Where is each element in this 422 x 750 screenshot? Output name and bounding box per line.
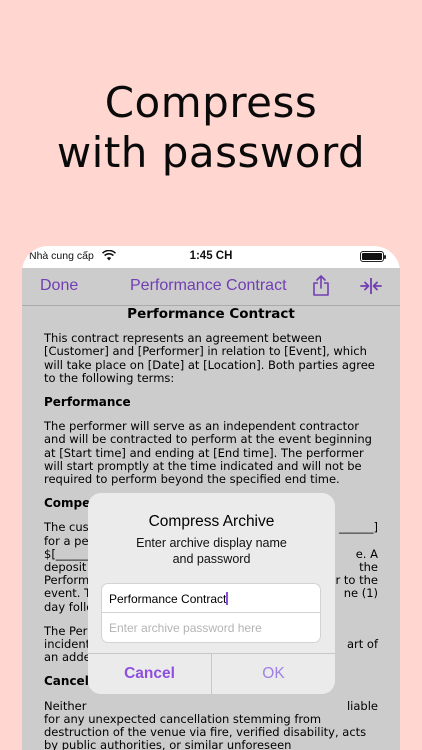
archive-password-input[interactable] xyxy=(109,621,313,635)
dialog-title: Compress Archive xyxy=(148,513,275,530)
ok-button[interactable]: OK xyxy=(212,654,335,694)
dialog-message: Enter archive display name and password xyxy=(88,535,335,567)
text-caret xyxy=(226,592,228,605)
archive-name-value: Performance Contract xyxy=(109,592,227,606)
hero-line-1: Compress xyxy=(104,78,318,127)
hero-heading: Compress with password xyxy=(0,78,422,178)
dialog-message-line-2: and password xyxy=(172,552,251,566)
clock: 1:45 CH xyxy=(189,250,233,262)
archive-name-field[interactable]: Performance Contract xyxy=(102,584,320,613)
battery-icon xyxy=(360,251,386,262)
status-bar: Nhà cung cấp 1:45 CH xyxy=(22,246,400,268)
dialog-fields: Performance Contract xyxy=(101,583,321,643)
dialog-buttons: Cancel OK xyxy=(88,653,335,694)
archive-password-field[interactable] xyxy=(102,613,320,642)
compress-archive-dialog: Compress Archive Enter archive display n… xyxy=(88,493,335,694)
cancel-button[interactable]: Cancel xyxy=(88,654,212,694)
dialog-message-line-1: Enter archive display name xyxy=(136,536,287,550)
hero-line-2: with password xyxy=(56,128,366,177)
